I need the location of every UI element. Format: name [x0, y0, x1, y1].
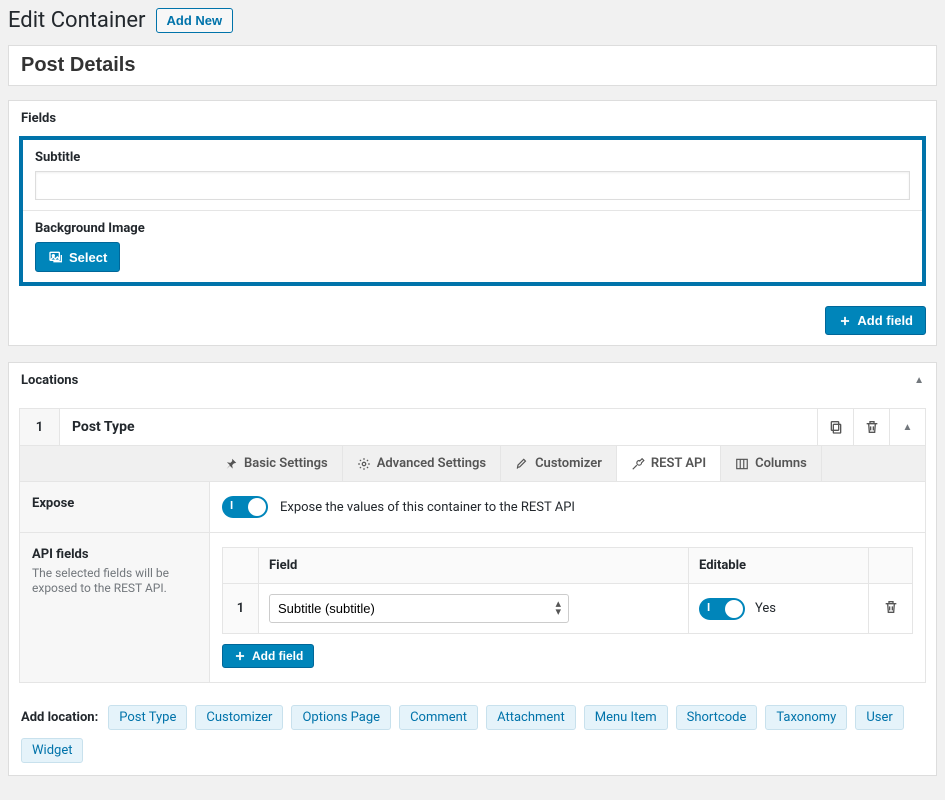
add-location-option[interactable]: Customizer — [195, 705, 283, 730]
col-header-actions — [869, 548, 913, 584]
tab-label: Advanced Settings — [377, 456, 486, 471]
fields-frame: Subtitle Background Image Select — [19, 136, 926, 286]
tab-label: REST API — [651, 456, 706, 471]
location-number: 1 — [20, 409, 60, 445]
delete-location-button[interactable] — [853, 409, 889, 445]
fields-panel: Fields Subtitle Background Image Select … — [8, 100, 937, 346]
columns-icon — [735, 457, 749, 471]
api-fields-sub: The selected fields will be exposed to t… — [32, 566, 169, 595]
add-location-option[interactable]: Attachment — [486, 705, 576, 730]
toggle-on-indicator: I — [707, 601, 710, 614]
container-title-input[interactable] — [8, 45, 937, 86]
tab-columns[interactable]: Columns — [721, 446, 822, 481]
api-field-select[interactable]: Subtitle (subtitle) — [269, 594, 569, 623]
brush-icon — [515, 457, 529, 471]
add-location-option[interactable]: Comment — [399, 705, 478, 730]
add-field-button[interactable]: Add field — [825, 306, 926, 335]
chevron-up-icon: ▲ — [903, 422, 913, 433]
expose-label: Expose — [32, 496, 197, 511]
tab-label: Columns — [755, 456, 807, 471]
tab-customizer[interactable]: Customizer — [501, 446, 617, 481]
select-media-label: Select — [69, 250, 107, 265]
subtitle-input[interactable] — [35, 171, 910, 200]
add-location-option[interactable]: Widget — [21, 738, 83, 763]
field-block-subtitle: Subtitle — [23, 140, 922, 211]
rest-api-settings: Expose I Expose the values of this conta… — [19, 482, 926, 683]
add-field-label: Add field — [857, 313, 913, 328]
select-media-button[interactable]: Select — [35, 242, 120, 272]
field-block-background-image: Background Image Select — [23, 211, 922, 282]
add-location-option[interactable]: Options Page — [291, 705, 391, 730]
page-title: Edit Container — [8, 8, 146, 33]
field-label-subtitle: Subtitle — [35, 150, 910, 165]
api-fields-label: API fields — [32, 547, 197, 562]
location-title: Post Type — [60, 409, 817, 445]
expose-description: Expose the values of this container to t… — [280, 500, 575, 515]
tab-label: Customizer — [535, 456, 602, 471]
location-row: 1 Post Type ▲ — [19, 408, 926, 446]
pin-icon — [224, 457, 238, 471]
add-new-button[interactable]: Add New — [156, 8, 234, 33]
api-fields-table: Field Editable 1 Subtitle (subtitle) — [222, 547, 913, 634]
plus-icon — [233, 649, 247, 663]
gear-icon — [357, 457, 371, 471]
media-icon — [48, 249, 64, 265]
add-api-field-button[interactable]: Add field — [222, 644, 314, 668]
col-header-num — [223, 548, 259, 584]
collapse-toggle-icon[interactable]: ▲ — [914, 375, 924, 386]
editable-toggle[interactable]: I — [699, 598, 745, 620]
add-api-field-label: Add field — [252, 649, 303, 663]
expose-toggle[interactable]: I — [222, 496, 268, 518]
locations-heading: Locations — [21, 373, 78, 388]
add-location-lead: Add location: — [21, 710, 98, 725]
trash-icon — [883, 599, 899, 615]
add-location-option[interactable]: Post Type — [108, 705, 187, 730]
row-number: 1 — [223, 584, 259, 634]
field-label-bgimage: Background Image — [35, 221, 910, 236]
locations-panel: Locations ▲ 1 Post Type ▲ Basic Settings… — [8, 362, 937, 776]
tab-basic-settings[interactable]: Basic Settings — [210, 446, 343, 481]
editable-label: Yes — [755, 601, 776, 616]
trash-icon — [864, 419, 880, 435]
add-location-option[interactable]: Menu Item — [584, 705, 668, 730]
tab-advanced-settings[interactable]: Advanced Settings — [343, 446, 501, 481]
add-location-option[interactable]: User — [855, 705, 903, 730]
table-row: 1 Subtitle (subtitle) ▴▾ — [223, 584, 913, 634]
add-location-option[interactable]: Shortcode — [676, 705, 758, 730]
plus-icon — [838, 314, 852, 328]
duplicate-location-button[interactable] — [817, 409, 853, 445]
wrench-icon — [631, 457, 645, 471]
add-location-option[interactable]: Taxonomy — [765, 705, 847, 730]
delete-row-button[interactable] — [883, 604, 899, 619]
copy-icon — [828, 419, 844, 435]
location-tabs: Basic Settings Advanced Settings Customi… — [19, 446, 926, 482]
fields-heading: Fields — [21, 111, 56, 126]
col-header-editable: Editable — [689, 548, 869, 584]
tab-label: Basic Settings — [244, 456, 328, 471]
toggle-on-indicator: I — [230, 499, 233, 512]
collapse-location-button[interactable]: ▲ — [889, 409, 925, 445]
col-header-field: Field — [259, 548, 689, 584]
tab-rest-api[interactable]: REST API — [617, 446, 721, 481]
